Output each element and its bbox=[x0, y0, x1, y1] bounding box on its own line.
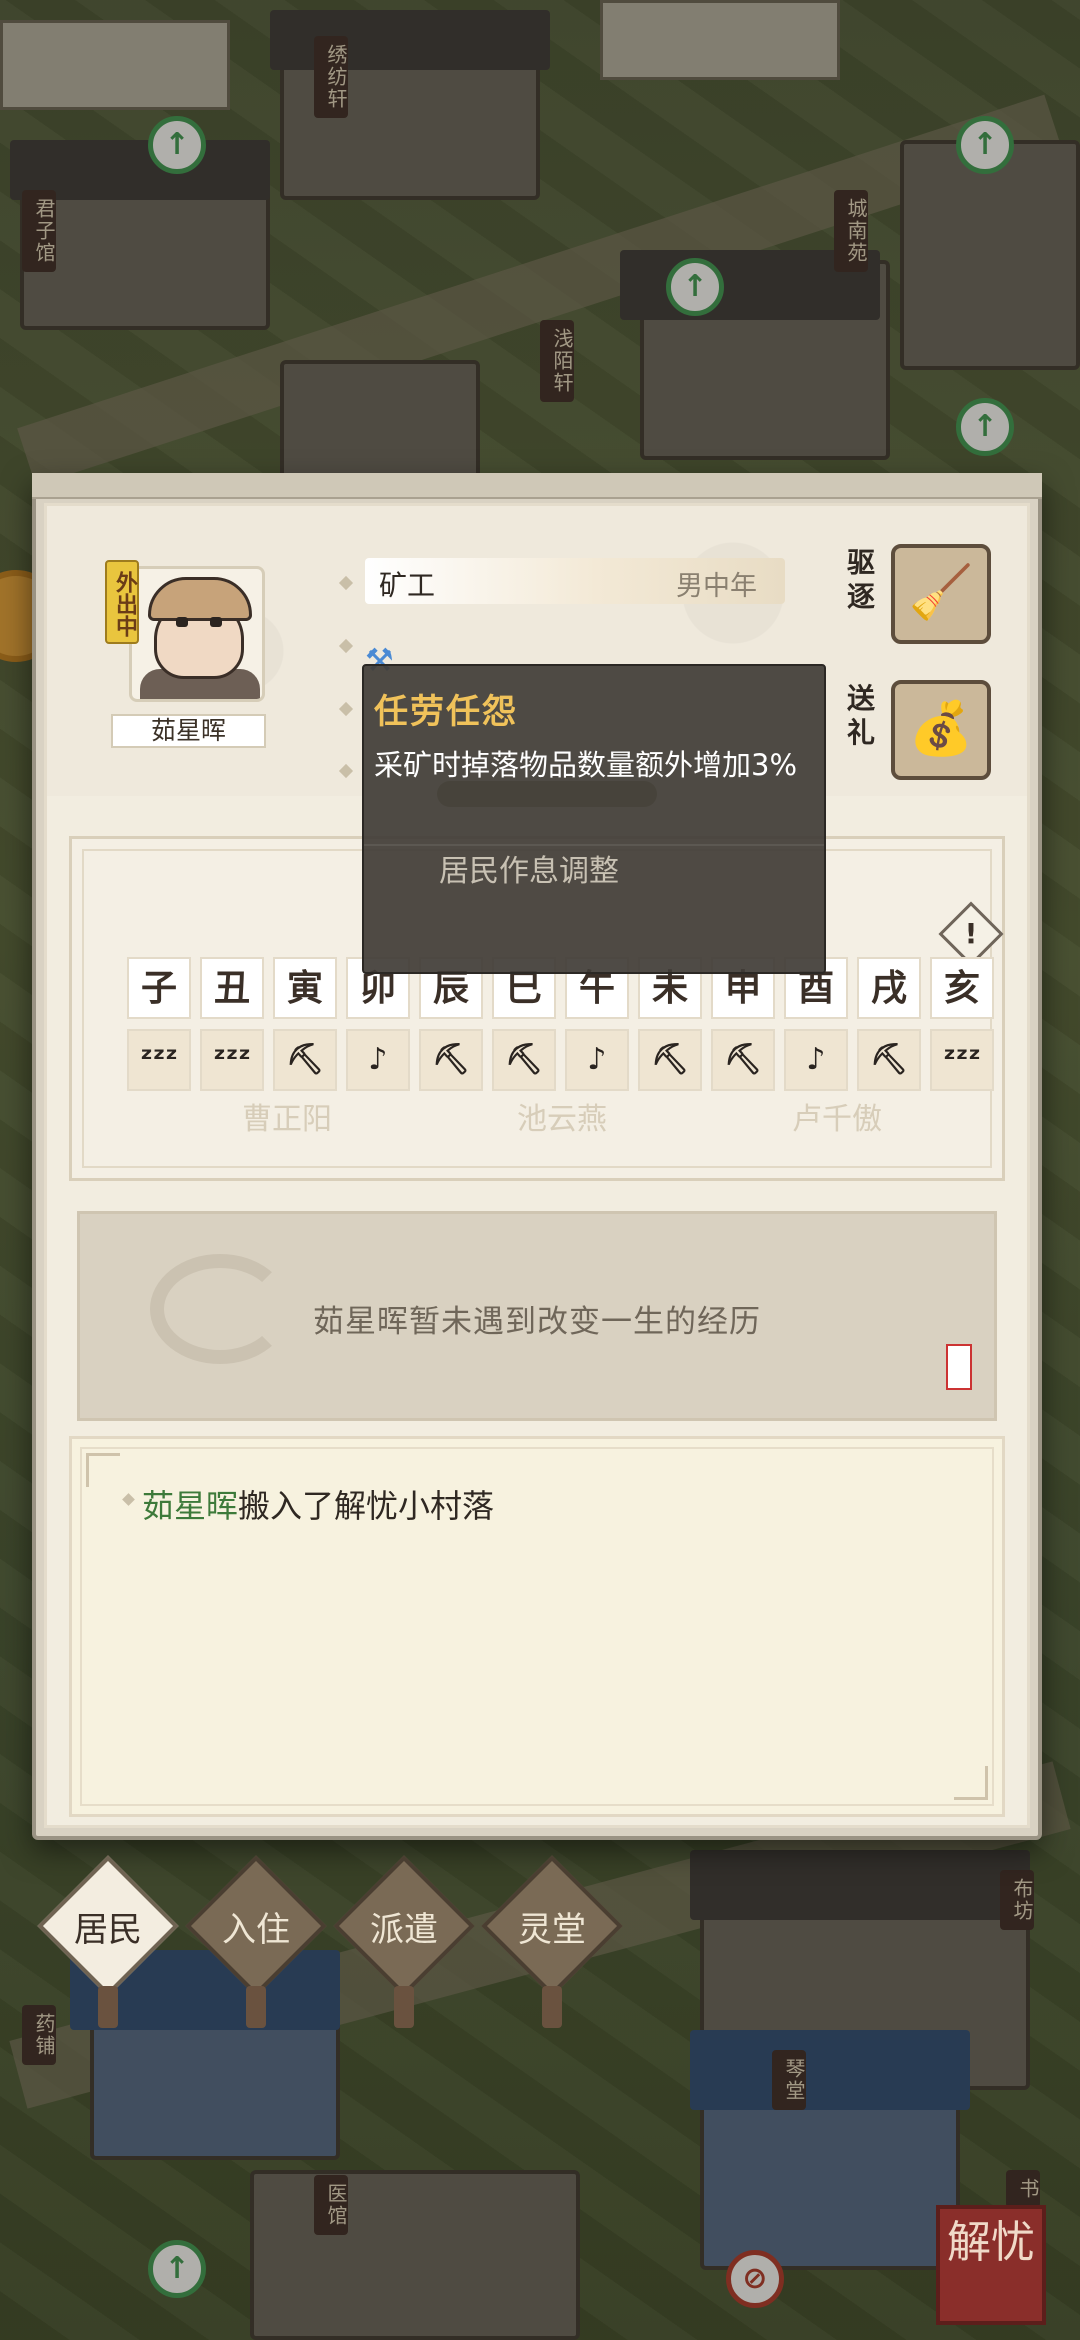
life-story-text: 茹星晖暂未遇到改变一生的经历 bbox=[313, 1304, 761, 1340]
hour-cell: 子 bbox=[127, 957, 191, 1019]
bullet-icon bbox=[338, 575, 354, 591]
nav-item-dispatch[interactable]: 派遣 bbox=[333, 1855, 475, 2028]
outing-status-badge: 外出中 bbox=[105, 560, 139, 644]
activity-row: ᶻᶻᶻ ᶻᶻᶻ ⛏ ♪ ⛏ ⛏ ♪ ⛏ ⛏ ♪ ⛏ ᶻᶻᶻ bbox=[127, 1029, 994, 1091]
tooltip-title: 任劳任怨 bbox=[374, 692, 518, 732]
corner-ornament bbox=[86, 1453, 120, 1487]
nav-label: 灵堂 bbox=[518, 1910, 586, 1950]
gender-age: 男中年 bbox=[676, 571, 757, 602]
gift-label: 送礼 bbox=[846, 682, 875, 749]
nav-item-memorial-hall[interactable]: 灵堂 bbox=[481, 1855, 623, 2028]
leisure-music-icon[interactable]: ♪ bbox=[346, 1029, 410, 1091]
avatar[interactable] bbox=[129, 566, 265, 702]
log-entry: 茹星晖搬入了解忧小村落 bbox=[142, 1481, 494, 1527]
trait-tooltip: 任劳任怨 采矿时掉落物品数量额外增加3% 居民作息调整 bbox=[362, 664, 826, 974]
nav-item-move-in[interactable]: 入住 bbox=[185, 1855, 327, 2028]
tooltip-description: 采矿时掉落物品数量额外增加3% bbox=[374, 748, 798, 782]
gift-bag-button[interactable]: 💰 bbox=[891, 680, 991, 780]
bottom-nav: 居民 入住 派遣 灵堂 bbox=[37, 1855, 623, 2028]
sleep-zzz-icon[interactable]: ᶻᶻᶻ bbox=[127, 1029, 191, 1091]
log-entry-text: 搬入了解忧小村落 bbox=[238, 1487, 495, 1525]
bullet-icon bbox=[122, 1493, 135, 1506]
hour-cell: 戌 bbox=[857, 957, 921, 1019]
job-title: 矿工 bbox=[379, 569, 436, 602]
nav-label: 居民 bbox=[74, 1910, 142, 1950]
bullet-icon bbox=[338, 763, 354, 779]
expel-label: 驱逐 bbox=[846, 546, 875, 613]
bullet-icon bbox=[338, 638, 354, 654]
background-name: 卢千傲 bbox=[792, 1102, 882, 1137]
event-log-panel[interactable]: 茹星晖搬入了解忧小村落 bbox=[69, 1436, 1005, 1817]
hour-cell: 丑 bbox=[200, 957, 264, 1019]
bullet-icon bbox=[338, 701, 354, 717]
pickaxe-icon[interactable]: ⛏ bbox=[711, 1029, 775, 1091]
leisure-music-icon[interactable]: ♪ bbox=[784, 1029, 848, 1091]
dialog-top-bar bbox=[32, 473, 1042, 499]
pickaxe-icon[interactable]: ⛏ bbox=[492, 1029, 556, 1091]
corner-ornament bbox=[954, 1766, 988, 1800]
resident-detail-dialog: 外出中 茹星晖 矿工 男中年 ⚒ 驱逐 🧹 送礼 💰 ! 子 丑 寅 卯 辰 巳… bbox=[32, 473, 1042, 1840]
leisure-music-icon[interactable]: ♪ bbox=[565, 1029, 629, 1091]
hour-cell: 寅 bbox=[273, 957, 337, 1019]
story-seal-stamp bbox=[946, 1344, 972, 1390]
pickaxe-icon[interactable]: ⛏ bbox=[857, 1029, 921, 1091]
background-name: 曹正阳 bbox=[242, 1102, 332, 1137]
nav-item-residents[interactable]: 居民 bbox=[37, 1855, 179, 2028]
pickaxe-icon[interactable]: ⛏ bbox=[638, 1029, 702, 1091]
life-story-panel: 茹星晖暂未遇到改变一生的经历 bbox=[77, 1211, 997, 1421]
sleep-zzz-icon[interactable]: ᶻᶻᶻ bbox=[930, 1029, 994, 1091]
pickaxe-icon[interactable]: ⛏ bbox=[419, 1029, 483, 1091]
expel-broom-button[interactable]: 🧹 bbox=[891, 544, 991, 644]
background-name: 池云燕 bbox=[517, 1102, 607, 1137]
nav-label: 入住 bbox=[222, 1910, 290, 1950]
hour-cell: 亥 bbox=[930, 957, 994, 1019]
game-logo-seal[interactable]: 解忧 bbox=[936, 2205, 1046, 2325]
pickaxe-icon[interactable]: ⛏ bbox=[273, 1029, 337, 1091]
sleep-zzz-icon[interactable]: ᶻᶻᶻ bbox=[200, 1029, 264, 1091]
nav-label: 派遣 bbox=[370, 1910, 438, 1950]
job-info-row: 矿工 男中年 bbox=[365, 558, 785, 604]
schedule-adjust-hint[interactable]: 居民作息调整 bbox=[439, 846, 619, 890]
log-entry-name: 茹星晖 bbox=[142, 1487, 239, 1525]
resident-name: 茹星晖 bbox=[111, 714, 266, 748]
